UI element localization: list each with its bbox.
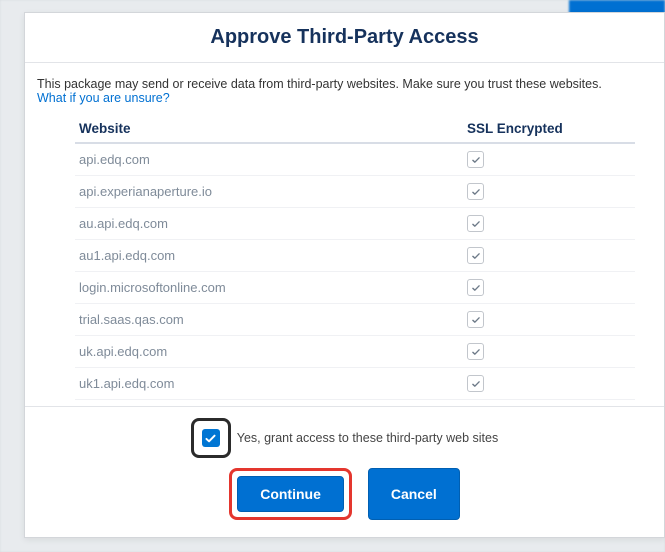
ssl-cell — [463, 143, 635, 176]
col-header-ssl: SSL Encrypted — [463, 115, 635, 143]
table-row: au1.api.edq.com — [75, 240, 635, 272]
table-row: login.microsoftonline.com — [75, 272, 635, 304]
intro-text: This package may send or receive data fr… — [37, 77, 640, 105]
ssl-cell — [463, 304, 635, 336]
unsure-link[interactable]: What if you are unsure? — [37, 91, 170, 105]
ssl-cell — [463, 368, 635, 400]
ssl-cell — [463, 208, 635, 240]
website-cell: login.microsoftonline.com — [75, 272, 463, 304]
approve-access-modal: Approve Third-Party Access This package … — [24, 12, 665, 538]
ssl-check-icon — [467, 183, 484, 200]
websites-table: Website SSL Encrypted api.edq.comapi.exp… — [75, 115, 635, 406]
website-cell: au.api.edq.com — [75, 208, 463, 240]
modal-header: Approve Third-Party Access — [25, 13, 664, 63]
website-cell: au1.api.edq.com — [75, 240, 463, 272]
website-cell: uk.api.edq.com — [75, 336, 463, 368]
ssl-check-icon — [467, 343, 484, 360]
table-row: au.api.edq.com — [75, 208, 635, 240]
website-cell: uk1.api.edq.com — [75, 368, 463, 400]
modal-title: Approve Third-Party Access — [25, 26, 664, 49]
modal-body: This package may send or receive data fr… — [25, 63, 664, 406]
cancel-button[interactable]: Cancel — [368, 468, 460, 520]
website-cell: api.experianaperture.io — [75, 176, 463, 208]
continue-button-highlight: Continue — [229, 468, 352, 520]
ssl-cell — [463, 240, 635, 272]
check-icon — [204, 432, 217, 445]
table-row: api.experianaperture.io — [75, 176, 635, 208]
website-cell: trial.saas.qas.com — [75, 304, 463, 336]
ssl-check-icon — [467, 375, 484, 392]
ssl-check-icon — [467, 279, 484, 296]
ssl-cell — [463, 176, 635, 208]
ssl-check-icon — [467, 247, 484, 264]
table-row: uk1.api.edq.com — [75, 368, 635, 400]
ssl-cell — [463, 336, 635, 368]
ssl-check-icon — [467, 151, 484, 168]
continue-button[interactable]: Continue — [237, 476, 344, 512]
modal-footer: Yes, grant access to these third-party w… — [25, 406, 664, 537]
consent-checkbox-highlight — [191, 418, 231, 458]
button-row: Continue Cancel — [35, 468, 654, 520]
table-row: api.edq.com — [75, 143, 635, 176]
website-cell: api.edq.com — [75, 143, 463, 176]
col-header-website: Website — [75, 115, 463, 143]
intro-message: This package may send or receive data fr… — [37, 77, 602, 91]
consent-row: Yes, grant access to these third-party w… — [35, 418, 654, 458]
consent-label: Yes, grant access to these third-party w… — [237, 431, 498, 445]
table-row: trial.saas.qas.com — [75, 304, 635, 336]
ssl-check-icon — [467, 311, 484, 328]
ssl-cell — [463, 272, 635, 304]
table-row: uk.api.edq.com — [75, 336, 635, 368]
consent-checkbox[interactable] — [202, 429, 220, 447]
ssl-check-icon — [467, 215, 484, 232]
